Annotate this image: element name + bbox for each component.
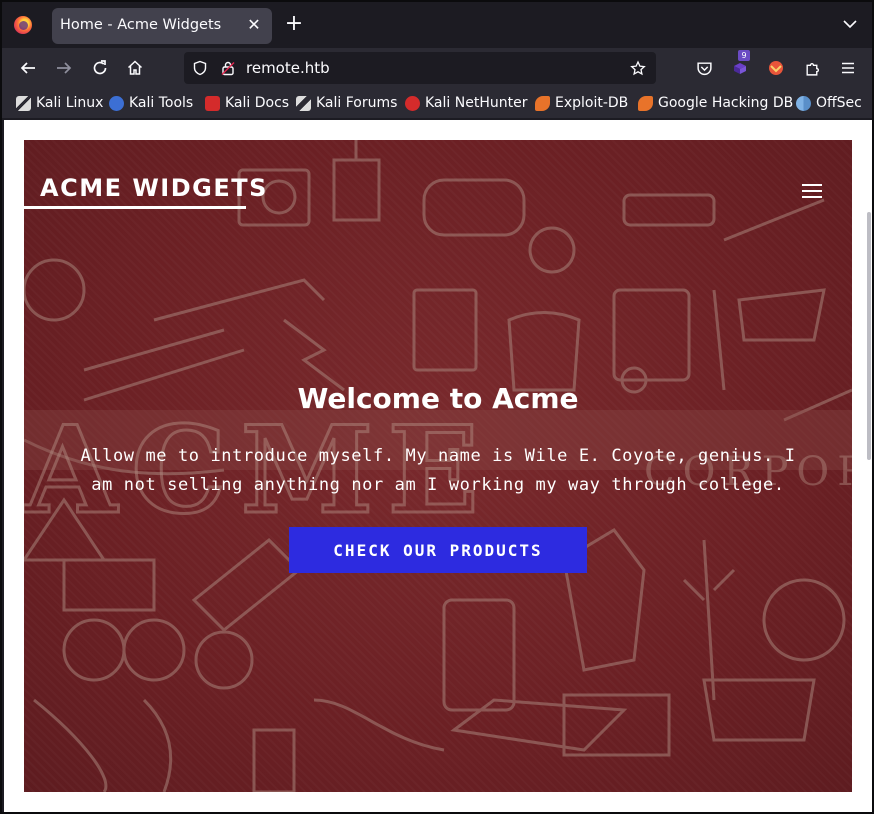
bookmark-label: Exploit-DB <box>555 95 629 111</box>
nethunter-icon <box>405 95 420 111</box>
offsec-icon <box>796 95 811 111</box>
tab-title: Home - Acme Widgets <box>60 17 222 33</box>
address-bar[interactable]: remote.htb <box>184 52 656 84</box>
bookmark-kali-nethunter[interactable]: Kali NetHunter <box>405 94 527 112</box>
tab-active[interactable]: Home - Acme Widgets ✕ <box>52 8 272 44</box>
hero-section: ACME CORPOR ACME WIDGETS Welcome to Acme… <box>24 140 852 792</box>
bookmark-label: Kali Docs <box>225 95 290 111</box>
bookmark-label: Google Hacking DB <box>658 95 794 111</box>
bookmark-label: Kali Tools <box>129 95 194 111</box>
page-heading: Welcome to Acme <box>297 382 579 415</box>
tracking-shield-icon[interactable] <box>192 60 208 76</box>
back-arrow-icon[interactable] <box>16 56 40 80</box>
url-text[interactable]: remote.htb <box>246 59 330 77</box>
new-tab-icon[interactable]: + <box>282 12 306 36</box>
bookmark-label: Kali Forums <box>316 95 398 111</box>
forward-arrow-icon[interactable] <box>52 56 76 80</box>
kali-tools-icon <box>109 95 124 111</box>
kali-docs-icon <box>205 95 220 111</box>
intro-line: Allow me to introduce myself. My name is… <box>80 446 796 466</box>
intro-text: Allow me to introduce myself. My name is… <box>78 442 798 500</box>
bookmark-kali-linux[interactable]: Kali Linux <box>16 94 103 112</box>
bookmark-kali-tools[interactable]: Kali Tools <box>109 94 193 112</box>
extension-counter-icon[interactable]: 9 <box>728 50 752 80</box>
site-menu-icon[interactable] <box>802 184 822 198</box>
navigation-bar: remote.htb 9 <box>2 48 872 88</box>
kali-dragon-icon <box>16 95 31 111</box>
extension-badge: 9 <box>738 50 750 61</box>
menu-hamburger-icon[interactable] <box>836 56 860 80</box>
reload-icon[interactable] <box>88 56 112 80</box>
bookmark-offsec[interactable]: OffSec <box>796 94 862 112</box>
insecure-lock-icon[interactable] <box>220 60 236 76</box>
tab-close-icon[interactable]: ✕ <box>244 15 264 35</box>
bookmark-exploit-db[interactable]: Exploit-DB <box>535 94 628 112</box>
extension-fox-icon[interactable] <box>764 56 788 80</box>
exploit-db-icon <box>535 95 550 111</box>
extensions-puzzle-icon[interactable] <box>800 56 824 80</box>
page-viewport[interactable]: ACME CORPOR ACME WIDGETS Welcome to Acme… <box>4 120 872 812</box>
intro-line: am not selling anything nor am I working… <box>91 475 785 495</box>
bookmark-star-icon[interactable] <box>630 59 646 76</box>
firefox-logo-icon[interactable] <box>14 16 32 34</box>
list-all-tabs-icon[interactable] <box>842 16 858 32</box>
bookmark-label: Kali NetHunter <box>425 95 528 111</box>
home-icon[interactable] <box>123 56 147 80</box>
tab-strip: Home - Acme Widgets ✕ + <box>2 2 872 48</box>
bookmarks-toolbar: Kali Linux Kali Tools Kali Docs Kali For… <box>2 88 872 118</box>
bookmark-kali-docs[interactable]: Kali Docs <box>205 94 289 112</box>
bookmark-label: Kali Linux <box>36 95 104 111</box>
kali-forums-icon <box>296 95 311 111</box>
bookmark-google-hacking-db[interactable]: Google Hacking DB <box>638 94 793 112</box>
browser-window: Home - Acme Widgets ✕ + remote.htb 9 Kal… <box>0 0 874 814</box>
bookmark-label: OffSec <box>816 95 862 111</box>
site-logo[interactable]: ACME WIDGETS <box>24 174 266 209</box>
bookmark-kali-forums[interactable]: Kali Forums <box>296 94 397 112</box>
page-scrollbar[interactable] <box>867 212 871 460</box>
pocket-icon[interactable] <box>692 56 716 80</box>
ghdb-icon <box>638 95 653 111</box>
check-products-button[interactable]: CHECK OUR PRODUCTS <box>289 527 587 573</box>
